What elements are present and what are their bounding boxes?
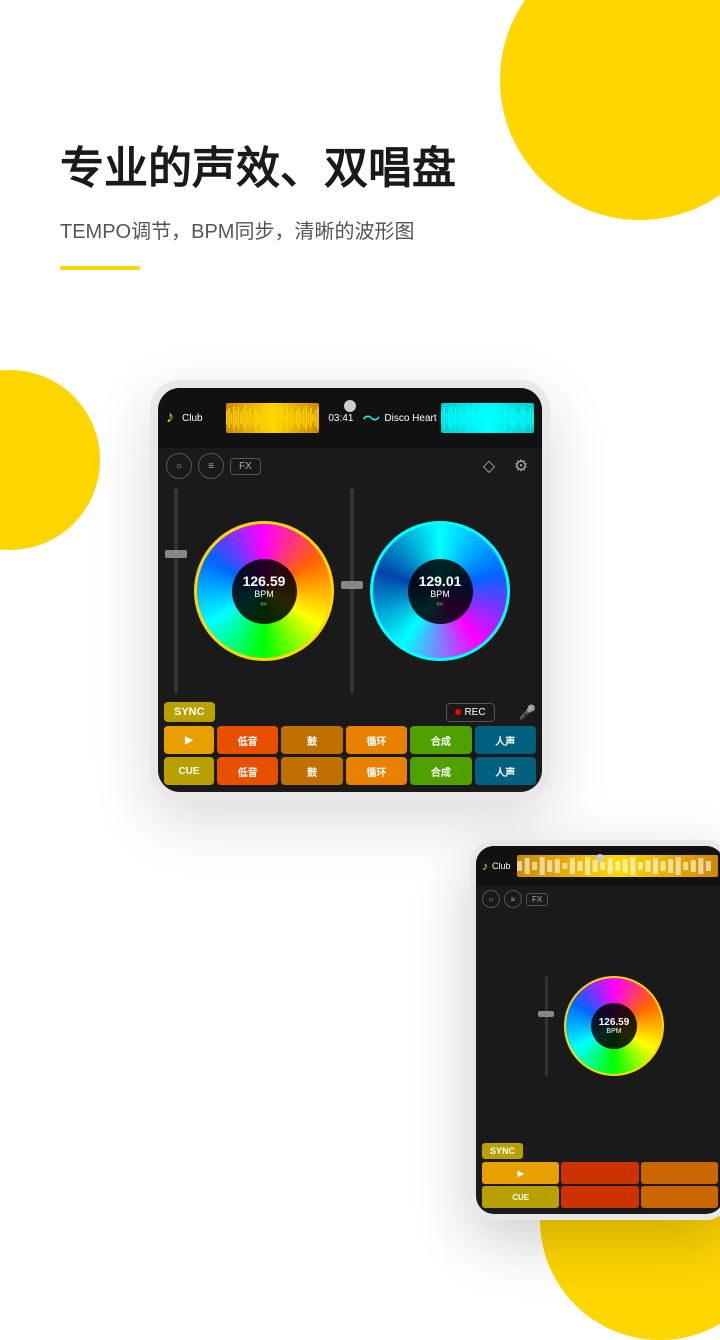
bpm1-value: 126.59 xyxy=(243,573,286,589)
pad-vocal1[interactable]: 人声 xyxy=(475,726,536,754)
pads-row-1: ▶ 低音 鼓 循环 合成 人声 xyxy=(164,726,536,754)
dj-top-bar: ♪ Club xyxy=(158,388,542,448)
dj2-circle-btn[interactable]: ○ xyxy=(482,890,500,908)
pad-synth1[interactable]: 合成 xyxy=(410,726,471,754)
pad-cue[interactable]: CUE xyxy=(164,757,214,785)
fader-thumb-left xyxy=(165,550,187,558)
dj2-pad-orange1[interactable] xyxy=(641,1162,718,1184)
turntable-inner-right: 129.01 BPM ✏ xyxy=(408,559,473,624)
pads-row-2: CUE 低音 鼓 循环 合成 人声 xyxy=(164,757,536,785)
middle-fader[interactable] xyxy=(338,488,366,694)
sync-rec-row: SYNC REC 🎤 xyxy=(164,702,536,722)
phone-side-button2 xyxy=(548,488,550,528)
pad-loop2[interactable]: 循环 xyxy=(346,757,407,785)
bpm1-edit: ✏ xyxy=(260,599,268,610)
pad-loop1[interactable]: 循环 xyxy=(346,726,407,754)
hero-text-section: 专业的声效、双唱盘 TEMPO调节，BPM同步，清晰的波形图 xyxy=(60,140,456,270)
phone2-camera xyxy=(596,854,604,862)
track1-label: Club xyxy=(182,413,222,424)
equalizer-btn[interactable]: ≡ xyxy=(198,453,224,479)
hero-subtitle: TEMPO调节，BPM同步，清晰的波形图 xyxy=(60,215,456,244)
dj2-music-icon: ♪ xyxy=(482,859,488,873)
time-label: 03:41 xyxy=(323,413,358,424)
rec-button[interactable]: REC xyxy=(446,703,494,722)
music-icon: ♪ xyxy=(166,409,174,427)
fader-track-left xyxy=(174,488,178,694)
pad-vocal2[interactable]: 人声 xyxy=(475,757,536,785)
bpm1-label: BPM xyxy=(254,589,274,599)
waveform-left xyxy=(226,403,319,433)
dj2-bpm-label: BPM xyxy=(606,1028,621,1035)
pad-drum2[interactable]: 鼓 xyxy=(281,757,342,785)
dj2-bpm: 126.59 xyxy=(599,1017,630,1028)
sync-button[interactable]: SYNC xyxy=(164,702,215,722)
phone-side-button xyxy=(150,468,152,518)
pad-drum1[interactable]: 鼓 xyxy=(281,726,342,754)
dj2-deck: 126.59 BPM xyxy=(476,912,720,1139)
turntable-inner-left: 126.59 BPM ✏ xyxy=(232,559,297,624)
hero-divider xyxy=(60,266,140,270)
phone-mockup-2: ♪ Club xyxy=(470,840,720,1220)
dj2-track-label: Club xyxy=(492,861,511,871)
waveform-right xyxy=(441,403,534,433)
bpm2-label: BPM xyxy=(430,589,450,599)
dj2-pads-row2: CUE xyxy=(482,1186,718,1208)
gear-btn[interactable]: ⚙ xyxy=(508,453,534,479)
dj2-turntable-inner: 126.59 BPM xyxy=(591,1003,637,1049)
dj2-fx-btn[interactable]: FX xyxy=(526,893,548,906)
dj2-pad-cue[interactable]: CUE xyxy=(482,1186,559,1208)
dj2-pad-red1[interactable] xyxy=(561,1162,638,1184)
dj2-controls: ○ ≡ FX xyxy=(476,886,720,912)
dj2-fader-thumb xyxy=(538,1011,554,1017)
left-fader[interactable] xyxy=(162,488,190,694)
fader-track-mid xyxy=(350,488,354,694)
phone-body-1: ♪ Club xyxy=(150,380,550,800)
pad-play[interactable]: ▶ xyxy=(164,726,214,754)
rec-dot xyxy=(455,709,461,715)
dj2-fader[interactable] xyxy=(536,976,556,1076)
dj-controls-row: ○ ≡ FX ◇ ⚙ xyxy=(158,448,542,484)
circle-btn[interactable]: ○ xyxy=(166,453,192,479)
phone-camera xyxy=(344,400,356,412)
dj2-pads: SYNC ▶ CUE xyxy=(476,1139,720,1214)
dj-pads-section: SYNC REC 🎤 ▶ 低音 鼓 循环 合成 人声 xyxy=(158,698,542,792)
pad-bass1[interactable]: 低音 xyxy=(217,726,278,754)
rec-label: REC xyxy=(464,707,485,718)
dj2-interface: ♪ Club xyxy=(476,846,720,1214)
turntable-right[interactable]: 129.01 BPM ✏ xyxy=(370,521,510,661)
fx-btn[interactable]: FX xyxy=(230,458,261,475)
track2-label: Disco Heart xyxy=(384,413,436,424)
dj2-eq-btn[interactable]: ≡ xyxy=(504,890,522,908)
heartbeat-icon: 〜 xyxy=(362,405,380,431)
fader-thumb-mid xyxy=(341,581,363,589)
diamond-btn[interactable]: ◇ xyxy=(476,453,502,479)
dj2-pad-play[interactable]: ▶ xyxy=(482,1162,559,1184)
dj2-pad-orange2[interactable] xyxy=(641,1186,718,1208)
phone-body-2: ♪ Club xyxy=(470,840,720,1220)
pad-synth2[interactable]: 合成 xyxy=(410,757,471,785)
dj2-pads-row1: ▶ xyxy=(482,1162,718,1184)
dj2-turntable[interactable]: 126.59 BPM xyxy=(564,976,664,1076)
dj2-sync-btn[interactable]: SYNC xyxy=(482,1143,523,1159)
pad-bass2[interactable]: 低音 xyxy=(217,757,278,785)
phone-mockup-1: ♪ Club xyxy=(150,380,550,800)
mic-icon[interactable]: 🎤 xyxy=(519,704,536,721)
dj2-pad-red2[interactable] xyxy=(561,1186,638,1208)
blob-top-right xyxy=(500,0,720,220)
dj2-top: ♪ Club xyxy=(476,846,720,886)
turntable-left[interactable]: 126.59 BPM ✏ xyxy=(194,521,334,661)
dj2-sync-row: SYNC xyxy=(482,1143,718,1159)
hero-title: 专业的声效、双唱盘 xyxy=(60,140,456,197)
blob-left-mid xyxy=(0,370,100,550)
bpm2-value: 129.01 xyxy=(419,573,462,589)
dj-interface: ♪ Club xyxy=(158,388,542,792)
bpm2-edit: ✏ xyxy=(436,599,444,610)
dj-decks-row: 126.59 BPM ✏ 129.01 BPM ✏ xyxy=(158,484,542,698)
